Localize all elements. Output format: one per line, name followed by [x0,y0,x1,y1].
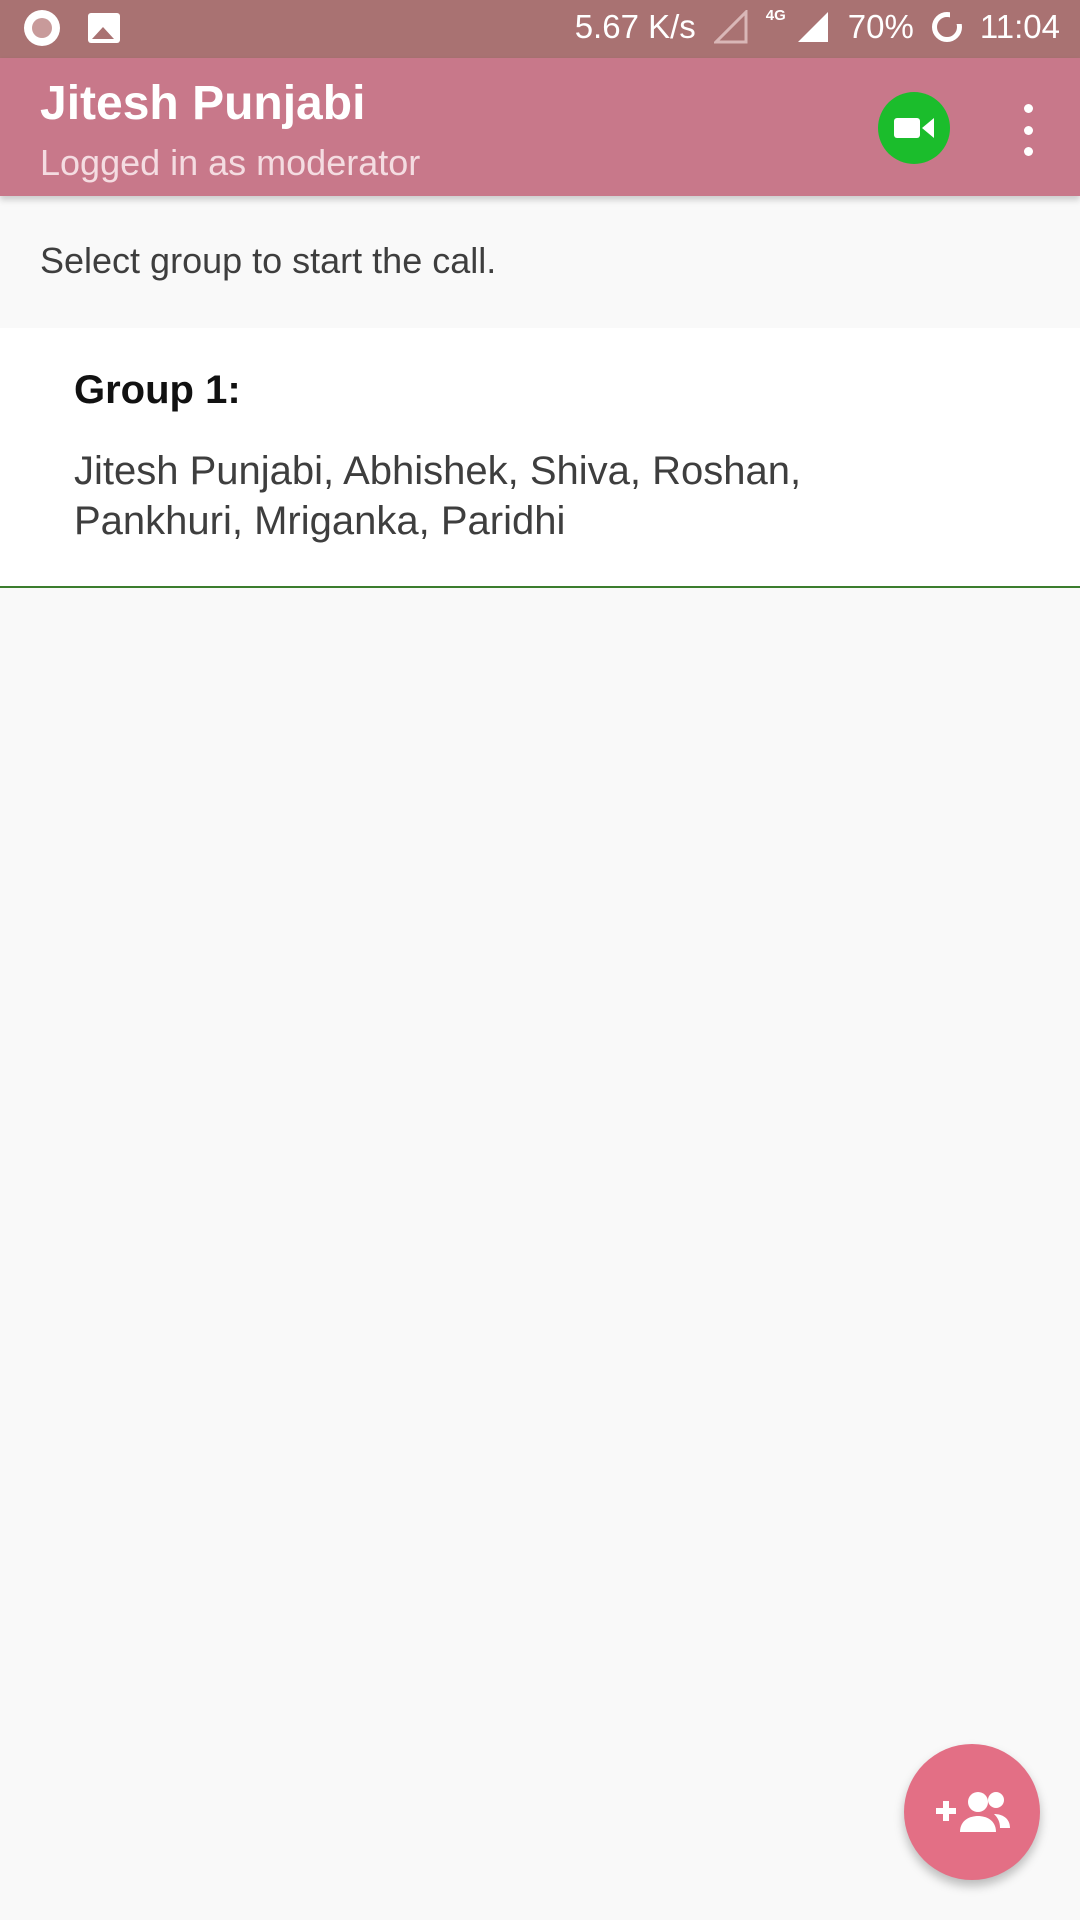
more-vert-icon-dot [1023,104,1033,113]
group-members: Jitesh Punjabi, Abhishek, Shiva, Roshan,… [74,449,802,543]
video-camera-icon [894,118,934,138]
video-call-button[interactable] [878,92,950,164]
app-title: Jitesh Punjabi [40,77,366,130]
network-type: 4G [765,6,786,24]
more-vert-icon-dot [1023,125,1033,135]
net-speed: 5.67 K/s [574,8,696,45]
battery-icon [931,12,962,42]
app-notification-icon [24,10,60,46]
app-subtitle: Logged in as moderator [40,142,421,183]
overflow-menu-button[interactable] [1008,98,1048,162]
battery-percent: 70% [847,8,914,45]
group-list-item[interactable]: Group 1: Jitesh Punjabi, Abhishek, Shiva… [0,328,1080,588]
signal-full-icon [796,10,830,44]
group-title: Group 1: [74,368,241,412]
signal-empty-icon [713,10,748,44]
clock: 11:04 [979,8,1060,45]
add-group-icon [936,1792,1010,1832]
instruction-text: Select group to start the call. [40,240,497,281]
app-bar: Jitesh Punjabi Logged in as moderator [0,58,1080,196]
more-vert-icon-dot [1023,147,1033,156]
status-bar: 5.67 K/s 4G 70% 11:04 [0,0,1080,58]
image-icon [88,13,120,43]
add-group-button[interactable] [904,1744,1040,1880]
